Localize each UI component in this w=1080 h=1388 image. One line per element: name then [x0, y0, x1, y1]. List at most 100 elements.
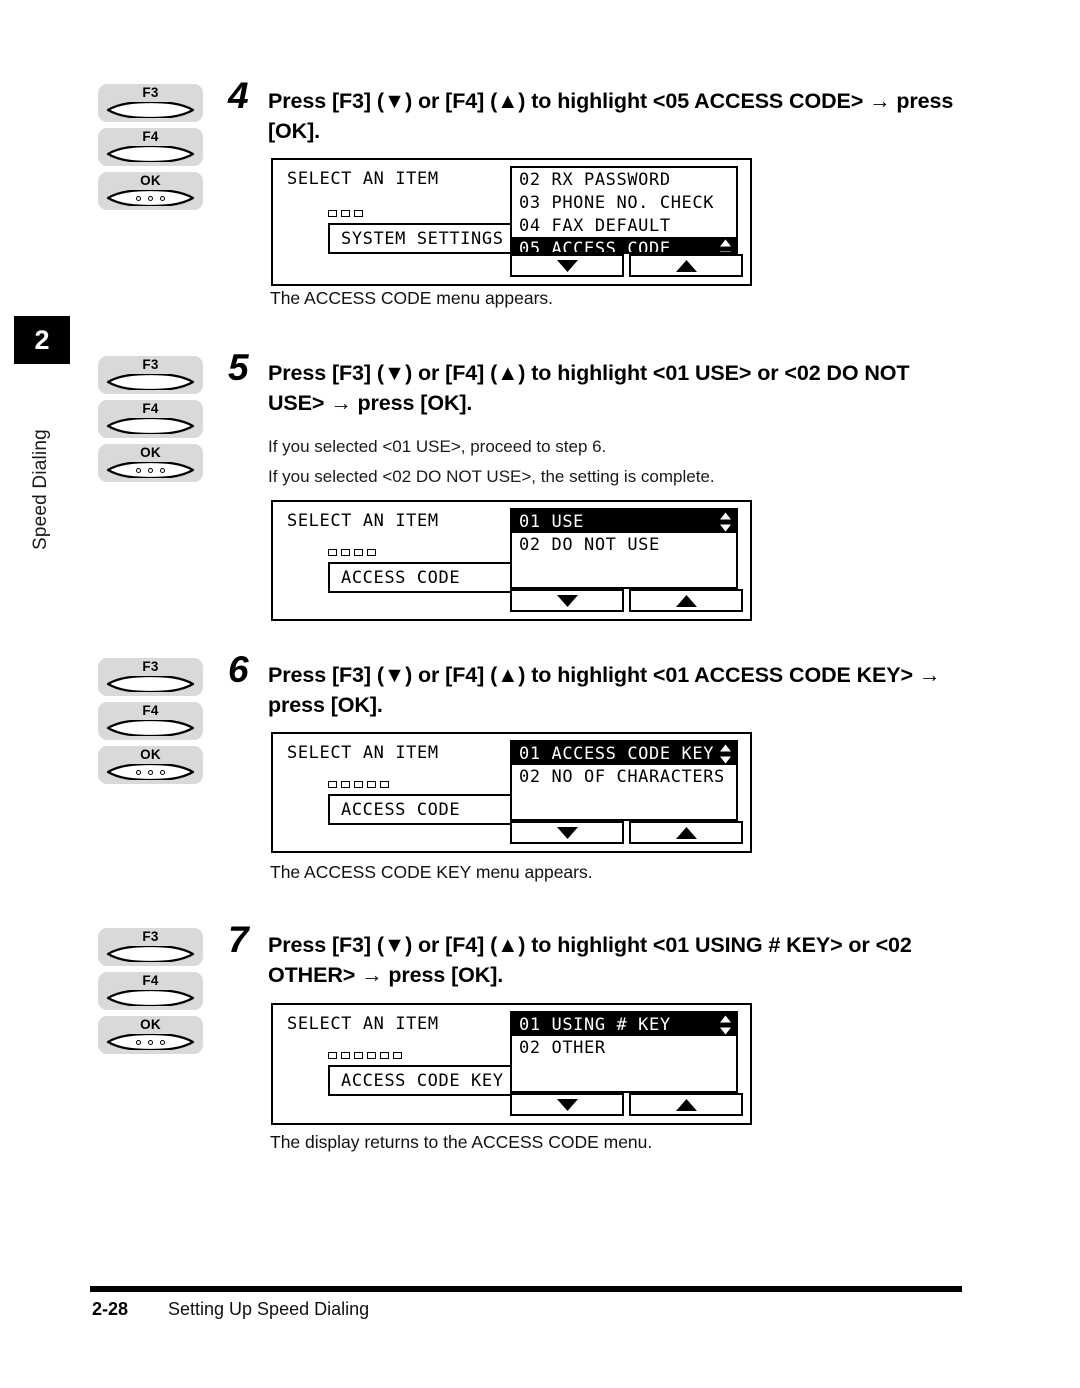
key-ok[interactable]: OK	[98, 172, 203, 210]
lcd-option-list[interactable]: 01 USING # KEY 02 OTHER	[510, 1011, 738, 1093]
scroll-up-down-icon	[719, 512, 732, 531]
lcd-option-label: 01 ACCESS CODE KEY	[519, 743, 715, 764]
key-f4[interactable]: F4	[98, 972, 203, 1010]
lcd-option-row-selected[interactable]: 01 ACCESS CODE KEY	[512, 742, 736, 765]
lcd-breadcrumb-squares	[328, 1052, 402, 1059]
key-cap-shape	[106, 946, 195, 962]
softkey-down-f3[interactable]	[510, 254, 624, 277]
lcd-option-list[interactable]: 01 USE 02 DO NOT USE	[510, 508, 738, 589]
lcd-title: SELECT AN ITEM	[287, 169, 439, 189]
lcd-option-row[interactable]: 02 RX PASSWORD	[512, 168, 736, 191]
key-ok[interactable]: OK	[98, 746, 203, 784]
lcd-option-row[interactable]: 04 FAX DEFAULT	[512, 214, 736, 237]
lcd-option-row[interactable]: 02 NO OF CHARACTERS	[512, 765, 736, 788]
lcd-breadcrumb-square	[341, 781, 350, 788]
lcd-option-row[interactable]: 02 DO NOT USE	[512, 533, 736, 556]
key-cap-shape	[106, 676, 195, 692]
softkey-down-f3[interactable]	[510, 821, 624, 844]
key-ok[interactable]: OK	[98, 1016, 203, 1054]
key-f3[interactable]: F3	[98, 928, 203, 966]
step-heading: Press [F3] (▼) or [F4] (▲) to highlight …	[268, 361, 910, 415]
key-f3[interactable]: F3	[98, 356, 203, 394]
step-note: If you selected <02 DO NOT USE>, the set…	[268, 467, 715, 486]
key-label-f3: F3	[142, 659, 159, 674]
key-label-f4: F4	[142, 129, 159, 144]
key-label-ok: OK	[140, 173, 161, 188]
lcd-option-label: 02 NO OF CHARACTERS	[519, 766, 725, 787]
key-f4[interactable]: F4	[98, 702, 203, 740]
lcd-breadcrumb-squares	[328, 549, 376, 556]
chapter-title-vertical: Speed Dialing	[30, 429, 51, 550]
key-label-f4: F4	[142, 973, 159, 988]
chevron-down-icon	[556, 594, 578, 607]
key-cap-shape	[106, 374, 195, 390]
key-cap-shape	[106, 418, 195, 434]
lcd-option-list[interactable]: 01 ACCESS CODE KEY 02 NO OF CHARACTERS	[510, 740, 738, 821]
key-cap-shape	[106, 146, 195, 162]
softkey-down-f3[interactable]	[510, 1093, 624, 1116]
lcd-option-row[interactable]: 03 PHONE NO. CHECK	[512, 191, 736, 214]
chevron-down-icon	[556, 826, 578, 839]
lcd-breadcrumb-square	[328, 1052, 337, 1059]
key-f4[interactable]: F4	[98, 128, 203, 166]
lcd-breadcrumb-square	[341, 1052, 350, 1059]
lcd-breadcrumb-squares	[328, 781, 389, 788]
lcd-breadcrumb-square	[354, 549, 363, 556]
lcd-breadcrumb-square	[341, 210, 350, 217]
lcd-softkey-bar	[510, 589, 743, 612]
lcd-option-label: 04 FAX DEFAULT	[519, 215, 671, 236]
key-label-f4: F4	[142, 401, 159, 416]
lcd-breadcrumb-square	[354, 210, 363, 217]
lcd-option-row[interactable]: 02 OTHER	[512, 1036, 736, 1059]
lcd-option-label: 01 USE	[519, 511, 585, 532]
lcd-option-label: 02 OTHER	[519, 1037, 606, 1058]
softkey-down-f3[interactable]	[510, 589, 624, 612]
lcd-option-row-selected[interactable]: 01 USING # KEY	[512, 1013, 736, 1036]
lcd-breadcrumb-square	[380, 781, 389, 788]
step-number: 4	[228, 75, 249, 116]
scroll-up-down-icon	[719, 744, 732, 763]
lcd-option-label: 02 RX PASSWORD	[519, 169, 671, 190]
lcd-option-label: 05 ACCESS CODE	[519, 238, 671, 254]
key-cap-shape	[106, 764, 195, 780]
key-label-ok: OK	[140, 747, 161, 762]
lcd-option-label: 02 DO NOT USE	[519, 534, 660, 555]
key-group-step-5: F3 F4 OK	[98, 356, 206, 488]
softkey-up-f4[interactable]	[629, 589, 743, 612]
chevron-down-icon	[556, 259, 578, 272]
key-cap-shape	[106, 102, 195, 118]
step-number: 6	[228, 649, 249, 690]
lcd-breadcrumb-square	[367, 549, 376, 556]
key-label-f4: F4	[142, 703, 159, 718]
footer-rule	[90, 1286, 962, 1292]
lcd-display: SELECT AN ITEM ACCESS CODE 01 USE 02 DO NOT…	[271, 500, 752, 621]
key-cap-shape	[106, 190, 195, 206]
key-label-f3: F3	[142, 357, 159, 372]
lcd-option-row-selected[interactable]: 01 USE	[512, 510, 736, 533]
key-f3[interactable]: F3	[98, 658, 203, 696]
lcd-option-row-selected[interactable]: 05 ACCESS CODE	[512, 237, 736, 254]
step-caption: The ACCESS CODE menu appears.	[270, 288, 554, 308]
softkey-up-f4[interactable]	[629, 254, 743, 277]
footer-section-title: Setting Up Speed Dialing	[168, 1299, 370, 1319]
chapter-number: 2	[34, 324, 50, 355]
lcd-breadcrumb-square	[393, 1052, 402, 1059]
softkey-up-f4[interactable]	[629, 1093, 743, 1116]
key-ok[interactable]: OK	[98, 444, 203, 482]
lcd-option-list[interactable]: 02 RX PASSWORD 03 PHONE NO. CHECK 04 FAX D…	[510, 166, 738, 254]
lcd-breadcrumb-square	[328, 549, 337, 556]
lcd-softkey-bar	[510, 821, 743, 844]
lcd-breadcrumb-square	[328, 781, 337, 788]
lcd-breadcrumb-square	[328, 210, 337, 217]
key-label-ok: OK	[140, 445, 161, 460]
lcd-display: SELECT AN ITEM SYSTEM SETTINGS 02 RX PASSW…	[271, 158, 752, 286]
key-f3[interactable]: F3	[98, 84, 203, 122]
softkey-up-f4[interactable]	[629, 821, 743, 844]
key-group-step-4: F3 F4 OK	[98, 84, 206, 216]
lcd-title: SELECT AN ITEM	[287, 1014, 439, 1034]
scroll-up-down-icon	[719, 1015, 732, 1034]
lcd-breadcrumb-square	[367, 781, 376, 788]
key-group-step-7: F3 F4 OK	[98, 928, 206, 1060]
lcd-title: SELECT AN ITEM	[287, 743, 439, 763]
key-f4[interactable]: F4	[98, 400, 203, 438]
